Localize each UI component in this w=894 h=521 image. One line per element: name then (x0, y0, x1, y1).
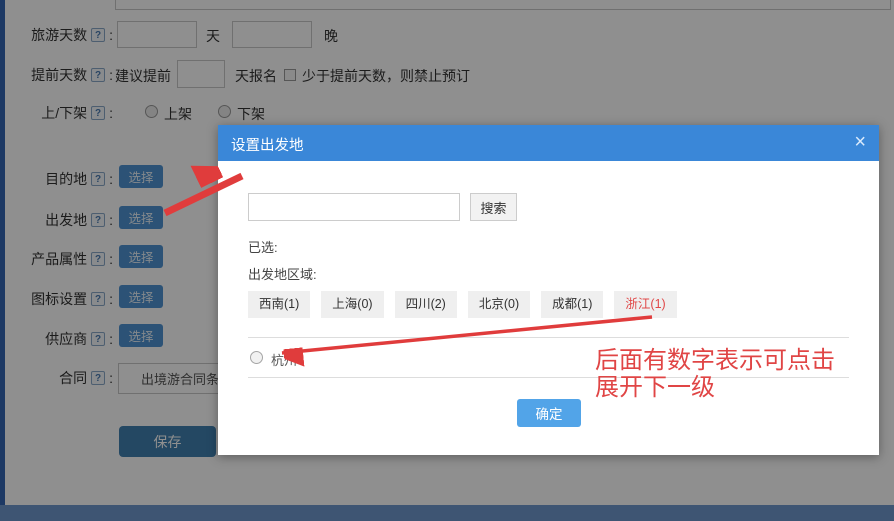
city-radio-label: 杭州 (271, 353, 298, 368)
annotation-line1: 后面有数字表示可点击 (595, 348, 835, 374)
search-button[interactable]: 搜索 (470, 193, 517, 221)
region-group-label: 出发地区域: (248, 267, 317, 282)
region-search-input[interactable] (248, 193, 460, 221)
region-button-sichuan[interactable]: 四川(2) (394, 291, 457, 318)
region-button-xinan[interactable]: 西南(1) (248, 291, 311, 318)
region-button-chengdu[interactable]: 成都(1) (541, 291, 604, 318)
annotation-text: 后面有数字表示可点击 展开下一级 (595, 348, 835, 402)
region-button-zhejiang[interactable]: 浙江(1) (614, 291, 677, 318)
divider (248, 337, 849, 338)
close-icon[interactable]: × (854, 129, 866, 155)
modal-header: 设置出发地 × (218, 125, 879, 161)
region-button-row: 西南(1) 上海(0) 四川(2) 北京(0) 成都(1) 浙江(1) (248, 291, 677, 318)
region-button-beijing[interactable]: 北京(0) (467, 291, 531, 318)
departure-settings-modal: 设置出发地 × 搜索 已选: 出发地区域: 西南(1) 上海(0) 四川(2) … (218, 125, 879, 455)
modal-title: 设置出发地 (231, 138, 304, 154)
city-radio-hangzhou[interactable] (250, 351, 263, 364)
annotation-line2: 展开下一级 (595, 375, 715, 401)
region-button-shanghai[interactable]: 上海(0) (321, 291, 384, 318)
confirm-button[interactable]: 确定 (517, 399, 581, 427)
selected-label: 已选: (248, 240, 278, 255)
